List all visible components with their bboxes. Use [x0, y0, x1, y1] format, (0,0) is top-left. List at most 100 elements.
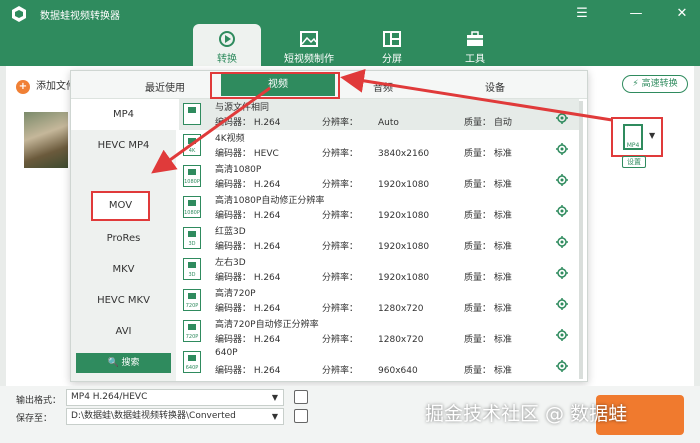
tab-tools-label: 工具: [465, 54, 485, 65]
format-encoder: 编码器： H.264: [215, 335, 281, 345]
video-file-icon: [183, 103, 201, 125]
format-row[interactable]: 720P 高清720P 编码器： H.264 分辨率： 1280x720 质量： 标准: [179, 285, 579, 316]
sidebar-item-prores[interactable]: ProRes: [71, 223, 176, 254]
format-row[interactable]: 3D 左右3D 编码器： H.264 分辨率： 1920x1080 质量： 标准: [179, 254, 579, 285]
output-format-dropdown[interactable]: MP4 H.264/HEVC ▼: [66, 389, 284, 406]
format-encoder: 编码器： H.264: [215, 366, 281, 376]
format-row[interactable]: 720P 高清720P自动修正分辨率 编码器： H.264 分辨率： 1280x720 质…: [179, 316, 579, 347]
format-row[interactable]: 1080P 高清1080P 编码器： H.264 分辨率： 1920x1080 质量： 标…: [179, 161, 579, 192]
resolution-value: 3840x2160: [378, 149, 430, 159]
sidebar-item-mp4[interactable]: MP4: [71, 99, 176, 130]
selected-format-label: MP4: [626, 142, 640, 149]
app-logo-icon: [12, 6, 26, 22]
image-icon: [300, 31, 318, 47]
mp4-file-icon: MP4: [623, 124, 643, 150]
video-file-icon: 1080P: [183, 165, 201, 187]
format-row[interactable]: 4K 4K视频 编码器： HEVC 分辨率： 3840x2160 质量： 标准: [179, 130, 579, 161]
sidebar-item-avi[interactable]: AVI: [71, 316, 176, 347]
menu-icon[interactable]: ☰: [572, 4, 592, 24]
format-badge: 640P: [185, 365, 199, 371]
gear-icon[interactable]: [556, 112, 568, 124]
gear-icon[interactable]: [556, 236, 568, 248]
video-thumbnail[interactable]: [24, 112, 68, 168]
output-format-selector[interactable]: MP4 ▼: [611, 117, 663, 157]
save-to-label: 保存至：: [16, 414, 53, 424]
tab-convert[interactable]: 转换: [193, 24, 261, 66]
format-resolution: 分辨率： 1280x720: [322, 301, 423, 314]
gear-icon[interactable]: [556, 329, 568, 341]
gear-icon[interactable]: [556, 205, 568, 217]
resolution-value: 1920x1080: [378, 211, 430, 221]
format-row[interactable]: 1080P 高清1080P自动修正分辨率 编码器： H.264 分辨率： 1920x10…: [179, 192, 579, 223]
search-icon: 🔍: [107, 358, 119, 368]
resolution-value: 960x640: [378, 366, 418, 376]
scrollbar[interactable]: [579, 101, 583, 379]
tab-split-screen[interactable]: 分屏: [358, 24, 426, 66]
tab-audio[interactable]: 音频: [373, 79, 393, 94]
sidebar-item-mkv[interactable]: MKV: [71, 254, 176, 285]
gear-icon[interactable]: [556, 267, 568, 279]
sidebar-item-hevc-mp4[interactable]: HEVC MP4: [71, 130, 176, 161]
resolution-label: 分辨率：: [322, 211, 359, 221]
gear-icon[interactable]: [556, 174, 568, 186]
tab-device[interactable]: 设备: [485, 79, 505, 94]
resolution-label: 分辨率：: [322, 335, 359, 345]
add-file-button[interactable]: + 添加文件: [16, 77, 76, 94]
app-title: 数据蛙视频转换器: [40, 11, 120, 22]
format-badge: 3D: [188, 241, 196, 247]
plus-icon: +: [16, 80, 30, 94]
search-button[interactable]: 🔍 搜索: [76, 353, 171, 373]
format-name: 与源文件相同: [215, 103, 270, 113]
format-name: 高清1080P: [215, 165, 262, 175]
format-settings-icon[interactable]: [294, 390, 308, 404]
save-path-field[interactable]: D:\数据蛙\数据蛙视频转换器\Converted ▼: [66, 408, 284, 425]
video-file-icon: 1080P: [183, 196, 201, 218]
format-name: 4K视频: [215, 134, 245, 144]
gear-icon[interactable]: [556, 360, 568, 372]
tab-tools[interactable]: 工具: [441, 24, 509, 66]
tab-recent[interactable]: 最近使用: [145, 79, 185, 94]
resolution-label: 分辨率：: [322, 118, 359, 128]
format-encoder: 编码器： H.264: [215, 211, 281, 221]
sidebar-item-mov[interactable]: MOV: [91, 191, 150, 221]
format-quality: 质量： 自动: [464, 118, 512, 128]
fast-convert-button[interactable]: ⚡ 高速转换: [622, 75, 688, 93]
close-button[interactable]: ✕: [672, 4, 692, 24]
format-row[interactable]: 3D 红蓝3D 编码器： H.264 分辨率： 1920x1080 质量： 标准: [179, 223, 579, 254]
gear-icon[interactable]: [556, 298, 568, 310]
resolution-value: Auto: [378, 118, 399, 128]
video-file-icon: 720P: [183, 320, 201, 342]
format-resolution: 分辨率： 960x640: [322, 363, 418, 376]
format-quality: 质量： 标准: [464, 273, 512, 283]
tab-short-video[interactable]: 短视频制作: [275, 24, 343, 66]
format-resolution: 分辨率： 1920x1080: [322, 208, 429, 221]
settings-button[interactable]: 设置: [622, 156, 646, 168]
resolution-label: 分辨率：: [322, 366, 359, 376]
sidebar-item-hevc-mkv[interactable]: HEVC MKV: [71, 285, 176, 316]
video-file-icon: 3D: [183, 258, 201, 280]
video-file-icon: 4K: [183, 134, 201, 156]
folder-icon[interactable]: [294, 409, 308, 423]
format-name: 高清720P自动修正分辨率: [215, 320, 319, 330]
format-name: 高清720P: [215, 289, 256, 299]
minimize-button[interactable]: —: [626, 4, 646, 24]
chevron-down-icon: ▼: [271, 412, 278, 421]
format-encoder: 编码器： H.264: [215, 180, 281, 190]
resolution-label: 分辨率：: [322, 242, 359, 252]
format-row[interactable]: 与源文件相同 编码器： H.264 分辨率： Auto 质量： 自动: [179, 99, 579, 130]
gear-icon[interactable]: [556, 143, 568, 155]
format-resolution: 分辨率： 1920x1080: [322, 239, 429, 252]
toolbox-icon: [467, 31, 483, 46]
format-resolution: 分辨率： 1280x720: [322, 332, 423, 345]
resolution-label: 分辨率：: [322, 180, 359, 190]
format-badge: 4K: [188, 148, 196, 154]
format-name: 640P: [215, 348, 238, 358]
format-resolution: 分辨率： Auto: [322, 115, 399, 128]
resolution-value: 1920x1080: [378, 242, 430, 252]
format-badge: 1080P: [184, 210, 200, 216]
format-row[interactable]: 640P 640P 编码器： H.264 分辨率： 960x640 质量： 标准: [179, 347, 579, 378]
format-encoder: 编码器： HEVC: [215, 149, 279, 159]
format-sidebar: MP4 HEVC MP4 MOV ProRes MKV HEVC MKV AVI…: [71, 99, 176, 381]
format-list: 与源文件相同编码器： H.264 分辨率： Auto 质量： 自动 4K 4K视频编码器：…: [179, 99, 587, 381]
format-encoder: 编码器： H.264: [215, 242, 281, 252]
